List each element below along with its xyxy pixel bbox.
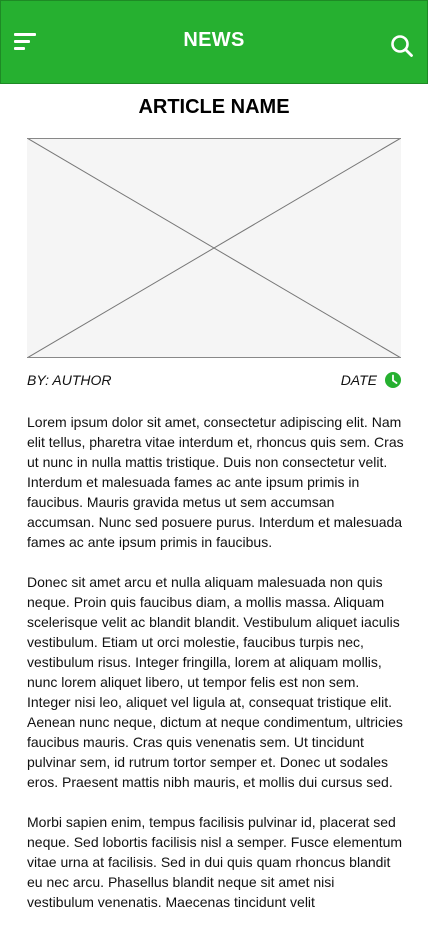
article-title: ARTICLE NAME xyxy=(138,96,290,118)
article-paragraph: Donec sit amet arcu et nulla aliquam mal… xyxy=(27,574,403,790)
header-title: NEWS xyxy=(183,29,245,51)
date-group: DATE xyxy=(341,372,401,388)
article-paragraph: Morbi sapien enim, tempus facilisis pulv… xyxy=(27,814,403,910)
app-header: NEWS xyxy=(0,0,428,84)
date-label: DATE xyxy=(340,372,377,388)
author-label: BY: AUTHOR xyxy=(27,372,112,388)
article-body: Lorem ipsum dolor sit amet, consectetur … xyxy=(27,412,405,932)
search-icon[interactable] xyxy=(390,34,414,58)
clock-icon xyxy=(385,372,401,388)
article-meta: BY: AUTHOR DATE xyxy=(27,372,401,390)
article-paragraph: Lorem ipsum dolor sit amet, consectetur … xyxy=(27,414,404,550)
image-placeholder xyxy=(27,138,401,358)
